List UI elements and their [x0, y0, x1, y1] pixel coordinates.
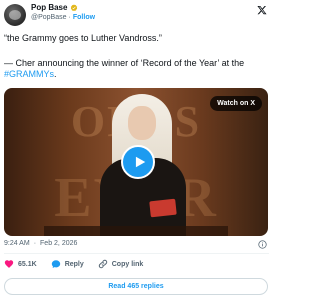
handle[interactable]: @PopBase: [31, 14, 67, 21]
tweet-text-body: — Cher announcing the winner of ‘Record …: [4, 58, 245, 68]
play-button[interactable]: [121, 145, 155, 179]
handle-row: @PopBase · Follow: [31, 14, 95, 21]
copy-link-label: Copy link: [111, 260, 144, 268]
tweet-timestamp[interactable]: 9:24 AM · Feb 2, 2026: [4, 240, 77, 247]
x-logo-icon[interactable]: [257, 5, 267, 15]
link-icon: [98, 259, 107, 269]
info-icon[interactable]: [258, 240, 267, 249]
meta-separator: ·: [33, 240, 37, 247]
play-icon: [135, 156, 145, 168]
like-button[interactable]: 65.1K: [4, 259, 37, 269]
handle-separator: ·: [68, 14, 71, 21]
video-podium: [44, 226, 228, 236]
author-name-row: Pop Base: [31, 3, 78, 12]
copy-link-button[interactable]: Copy link: [98, 259, 144, 269]
display-name[interactable]: Pop Base: [31, 3, 67, 12]
read-replies-button[interactable]: Read 465 replies: [4, 278, 268, 295]
tweet-date: Feb 2, 2026: [40, 240, 78, 247]
video-player[interactable]: ORDS EYER Watch on X: [4, 88, 268, 236]
hashtag-link[interactable]: #GRAMMYs: [4, 69, 54, 79]
avatar[interactable]: [4, 4, 26, 26]
video-person-face: [128, 106, 156, 140]
heart-icon: [4, 260, 14, 268]
reply-label: Reply: [64, 260, 84, 268]
reply-bubble-icon: [51, 260, 60, 268]
action-bar: 65.1K Reply Copy link: [4, 259, 157, 269]
tweet-card: Pop Base @PopBase · Follow “the Grammy g…: [0, 0, 273, 300]
video-envelope: [149, 198, 177, 218]
watch-on-x-button[interactable]: Watch on X: [210, 96, 262, 111]
verified-badge-icon: [71, 4, 78, 11]
like-count: 65.1K: [18, 260, 37, 268]
tweet-text-line-2: — Cher announcing the winner of ‘Record …: [4, 58, 270, 80]
tweet-text-end: .: [54, 69, 57, 79]
tweet-time: 9:24 AM: [4, 240, 30, 247]
follow-button[interactable]: Follow: [73, 14, 95, 21]
divider: [4, 253, 269, 254]
tweet-text-line-1: “the Grammy goes to Luther Vandross.”: [4, 33, 162, 43]
reply-button[interactable]: Reply: [51, 259, 84, 269]
